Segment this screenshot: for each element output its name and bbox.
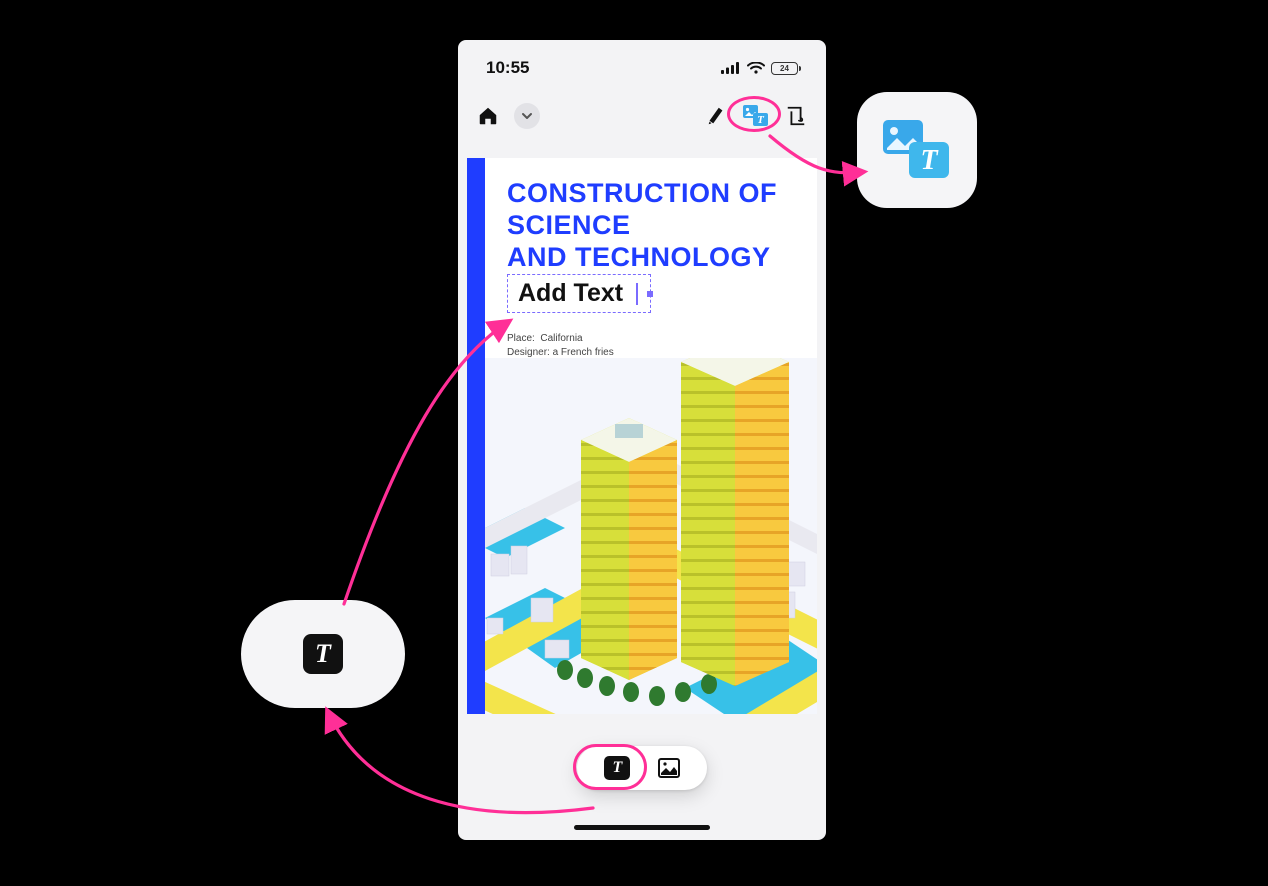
home-button[interactable]: [474, 102, 502, 130]
city-illustration: [485, 358, 817, 714]
bottom-toolbar: T: [577, 746, 707, 790]
text-tool-icon: T: [303, 634, 343, 674]
resize-handle[interactable]: [647, 291, 653, 297]
svg-text:T: T: [920, 145, 939, 176]
wifi-icon: [747, 62, 765, 74]
callout-text-tool: T: [241, 600, 405, 708]
place-value: California: [540, 333, 582, 344]
status-bar: 10:55 24: [458, 40, 826, 96]
status-time: 10:55: [486, 58, 529, 78]
designer-value: a French fries: [553, 347, 614, 358]
cellular-icon: [721, 62, 741, 74]
battery-level: 24: [780, 64, 789, 73]
designer-label: Designer:: [507, 347, 550, 358]
phone-mock: 10:55 24: [458, 40, 826, 840]
highlighter-button[interactable]: [702, 102, 730, 130]
image-tool-button[interactable]: [658, 758, 680, 778]
dropdown-button[interactable]: [514, 103, 540, 129]
doc-meta: Place: California Designer: a French fri…: [507, 332, 614, 359]
accent-bar: [467, 158, 485, 714]
battery-icon: 24: [771, 62, 798, 75]
place-label: Place:: [507, 333, 535, 344]
text-cursor: [636, 283, 638, 305]
add-text-label: Add Text: [518, 279, 623, 307]
document-viewport[interactable]: CONSTRUCTION OF SCIENCE AND TECHNOLOGY P…: [458, 140, 826, 714]
top-toolbar: T: [458, 96, 826, 140]
add-text-field[interactable]: Add Text: [507, 274, 651, 313]
home-indicator: [574, 825, 710, 830]
callout-insert-image-text: T: [857, 92, 977, 208]
crop-button[interactable]: [782, 102, 810, 130]
doc-title-line1: CONSTRUCTION OF SCIENCE: [507, 178, 777, 240]
status-right: 24: [721, 62, 798, 75]
text-tool-button[interactable]: T: [604, 756, 630, 780]
document-page: CONSTRUCTION OF SCIENCE AND TECHNOLOGY P…: [467, 158, 817, 714]
insert-image-text-button[interactable]: T: [742, 102, 770, 130]
